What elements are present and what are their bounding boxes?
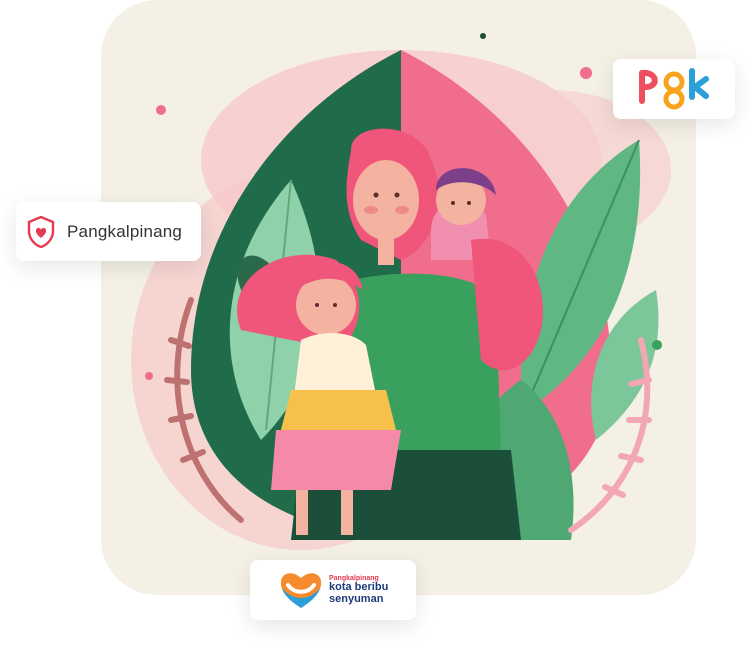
brand-logo-card xyxy=(613,59,735,119)
slogan-line-2: senyuman xyxy=(329,592,384,605)
slogan-line-1: kota beribu xyxy=(329,581,389,594)
city-name: Pangkalpinang xyxy=(67,221,183,241)
illustration-frame xyxy=(101,0,696,595)
city-badge: Pangkalpinang xyxy=(16,202,201,261)
heart-smile-icon xyxy=(280,573,322,608)
family-illustration xyxy=(131,33,671,550)
pgk-logo xyxy=(639,68,709,110)
shield-heart-icon xyxy=(27,215,55,248)
slogan-logo-card: Pangkalpinang kota beribu senyuman xyxy=(250,560,416,620)
